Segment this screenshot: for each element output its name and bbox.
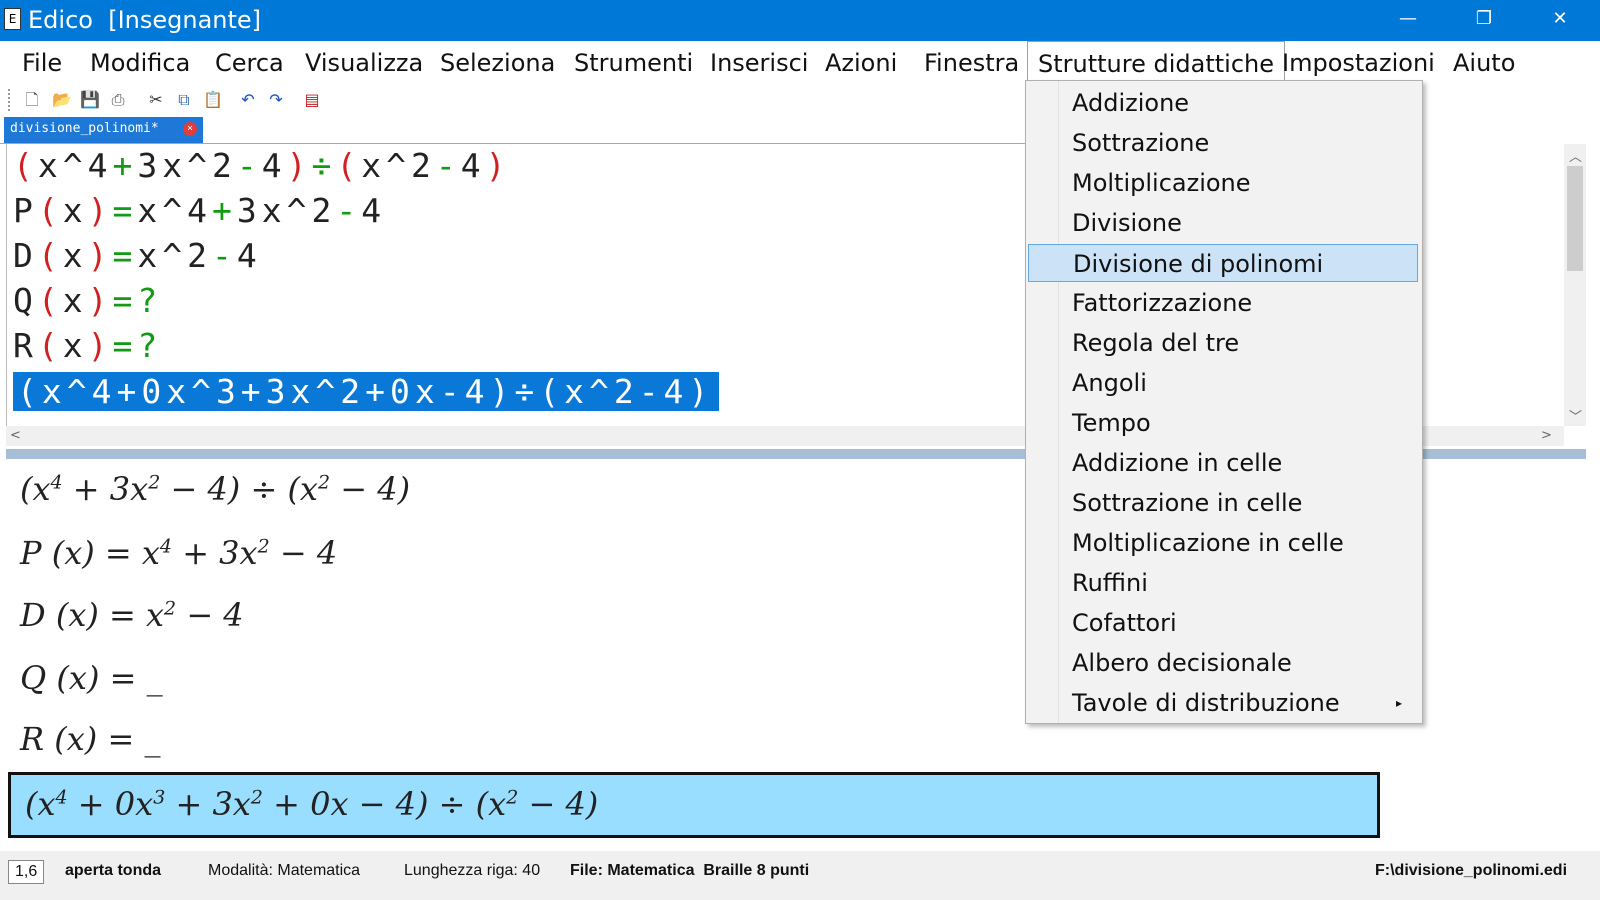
toolbar: 🗋 📂 💾 ⎙ ✂ ⧉ 📋 ↶ ↷ ▤ [0,85,1030,115]
redo-icon[interactable]: ↷ [266,89,286,111]
preview-line-5: R (x) = _ [20,720,161,758]
status-bar: 1,6 aperta tonda Modalità: Matematica Lu… [0,851,1600,900]
window-title: Edico [Insegnante] [28,6,262,34]
editor-line-4[interactable]: Q(x)=? [13,281,162,320]
title-bar: E Edico [Insegnante] — ❐ ✕ [0,0,1600,41]
preview-line-4: Q (x) = _ [20,659,163,697]
print-icon[interactable]: ⎙ [108,89,128,111]
menu-item-moltiplicazione[interactable]: Moltiplicazione [1028,164,1418,202]
menu-item-angoli[interactable]: Angoli [1028,364,1418,402]
tab-strip: divisione_polinomi* × [0,115,1030,144]
strutture-didattiche-dropdown: Addizione Sottrazione Moltiplicazione Di… [1025,80,1423,724]
editor-line-3[interactable]: D(x)=x^2-4 [13,236,262,275]
tab-close-icon[interactable]: × [183,122,197,136]
menu-impostazioni[interactable]: Impostazioni [1282,49,1435,77]
tab-label: divisione_polinomi* [10,121,159,136]
menu-item-fattorizzazione[interactable]: Fattorizzazione [1028,284,1418,322]
menu-finestra[interactable]: Finestra [924,49,1019,77]
save-icon[interactable]: 💾 [80,89,100,111]
scroll-left-icon[interactable]: < [10,428,21,443]
menu-item-sottrazione[interactable]: Sottrazione [1028,124,1418,162]
menu-bar: File Modifica Cerca Visualizza Seleziona… [0,41,1600,85]
undo-icon[interactable]: ↶ [238,89,258,111]
menu-item-albero-decisionale[interactable]: Albero decisionale [1028,644,1418,682]
menu-item-regola-del-tre[interactable]: Regola del tre [1028,324,1418,362]
scroll-thumb[interactable] [1567,166,1583,271]
editor-line-1[interactable]: (x^4+3x^2-4)÷(x^2-4) [13,146,510,185]
scroll-up-icon[interactable]: ︿ [1569,146,1582,165]
maximize-button[interactable]: ❐ [1458,0,1510,41]
menu-item-sottrazione-in-celle[interactable]: Sottrazione in celle [1028,484,1418,522]
menu-item-ruffini[interactable]: Ruffini [1028,564,1418,602]
status-file-info: File: Matematica Braille 8 punti [570,862,810,879]
menu-item-cofattori[interactable]: Cofattori [1028,604,1418,642]
editor-vertical-scrollbar[interactable]: ︿ ﹀ [1564,144,1586,426]
copy-icon[interactable]: ⧉ [174,89,194,111]
status-mode: Modalità: Matematica [208,862,361,879]
preview-line-6: (x4 + 0x3 + 3x2 + 0x − 4) ÷ (x2 − 4) [25,785,599,823]
menu-item-tavole-di-distribuzione[interactable]: Tavole di distribuzione ▸ [1028,684,1418,722]
pdf-icon[interactable]: ▤ [302,89,322,111]
menu-item-addizione[interactable]: Addizione [1028,84,1418,122]
status-line-length: Lunghezza riga: 40 [404,862,541,879]
tab-document[interactable]: divisione_polinomi* × [4,117,203,143]
new-icon[interactable]: 🗋 [22,89,42,111]
minimize-button[interactable]: — [1382,0,1434,41]
status-file-path: F:\divisione_polinomi.edi [1375,862,1568,879]
menu-aiuto[interactable]: Aiuto [1453,49,1515,77]
menu-strutture-didattiche[interactable]: Strutture didattiche [1027,41,1285,81]
open-icon[interactable]: 📂 [52,89,72,111]
menu-cerca[interactable]: Cerca [215,49,284,77]
editor-line-2[interactable]: P(x)=x^4+3x^2-4 [13,191,386,230]
menu-item-divisione[interactable]: Divisione [1028,204,1418,242]
menu-item-tempo[interactable]: Tempo [1028,404,1418,442]
menu-modifica[interactable]: Modifica [90,49,190,77]
editor-line-6-selected[interactable]: (x^4+0x^3+3x^2+0x-4)÷(x^2-4) [13,372,720,411]
menu-file[interactable]: File [22,49,62,77]
menu-seleziona[interactable]: Seleziona [440,49,555,77]
submenu-arrow-icon: ▸ [1395,696,1402,710]
close-button[interactable]: ✕ [1534,0,1586,41]
preview-line-1: (x4 + 3x2 − 4) ÷ (x2 − 4) [20,470,411,508]
app-icon: E [4,8,21,30]
status-symbol: aperta tonda [65,862,162,879]
menu-item-addizione-in-celle[interactable]: Addizione in celle [1028,444,1418,482]
scroll-down-icon[interactable]: ﹀ [1569,406,1582,425]
preview-line-2: P (x) = x4 + 3x2 − 4 [20,534,338,572]
menu-inserisci[interactable]: Inserisci [710,49,808,77]
editor-line-5[interactable]: R(x)=? [13,326,162,365]
menu-item-divisione-di-polinomi[interactable]: Divisione di polinomi [1028,244,1418,282]
toolbar-grip[interactable] [8,89,13,111]
menu-visualizza[interactable]: Visualizza [305,49,423,77]
scroll-right-icon[interactable]: > [1541,428,1552,443]
menu-strumenti[interactable]: Strumenti [574,49,693,77]
preview-current-line-box: (x4 + 0x3 + 3x2 + 0x − 4) ÷ (x2 − 4) [8,772,1380,838]
menu-azioni[interactable]: Azioni [825,49,897,77]
menu-item-moltiplicazione-in-celle[interactable]: Moltiplicazione in celle [1028,524,1418,562]
paste-icon[interactable]: 📋 [203,89,223,111]
status-position: 1,6 [8,860,45,884]
cut-icon[interactable]: ✂ [146,89,166,111]
preview-line-3: D (x) = x2 − 4 [20,596,244,634]
